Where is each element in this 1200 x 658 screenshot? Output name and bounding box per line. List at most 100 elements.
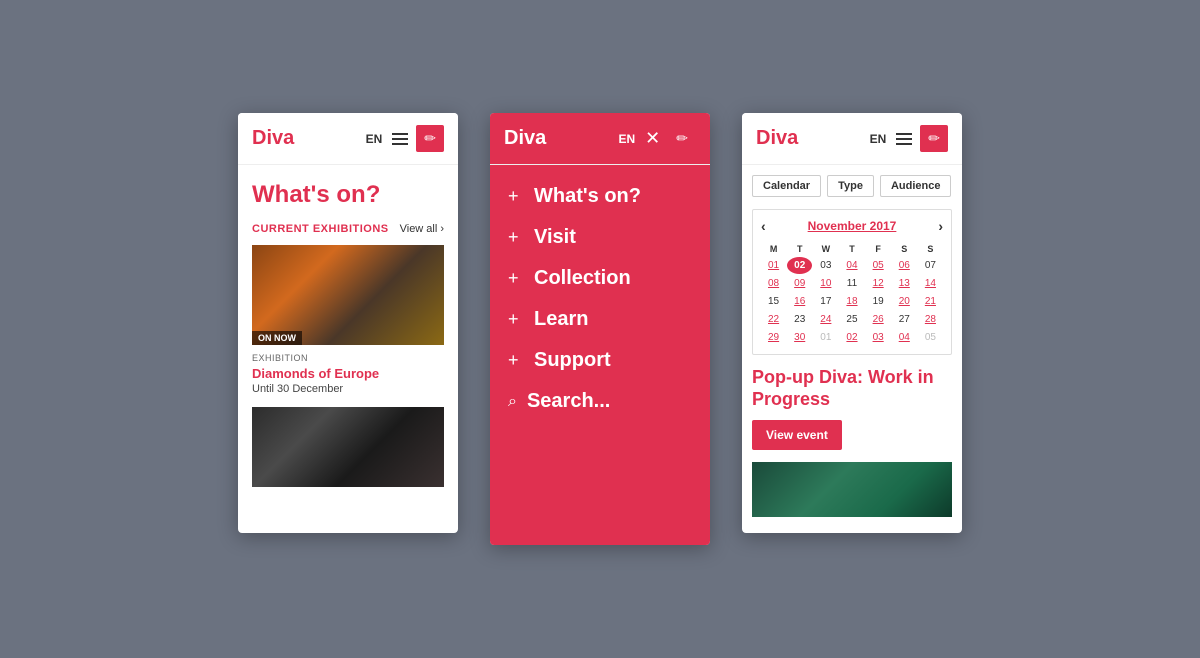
cal-day-29[interactable]: 29: [761, 329, 786, 346]
menu-item-visit[interactable]: + Visit: [508, 226, 692, 249]
cal-day-09[interactable]: 09: [787, 275, 812, 292]
menu-item-learn[interactable]: + Learn: [508, 308, 692, 331]
exhibit2-image: [252, 407, 444, 487]
view-all-link[interactable]: View all ›: [400, 223, 444, 235]
screen1-edit-button[interactable]: ✏: [416, 125, 444, 152]
cal-header-s1: S: [892, 242, 917, 256]
screen3-frame: Diva EN ✏ Calendar Type Audience ‹ Novem…: [742, 113, 962, 533]
view-event-button[interactable]: View event: [752, 420, 842, 450]
calendar-grid: M T W T F S S 01 02 03 04 05 06 07 08: [761, 242, 943, 346]
cal-day-05[interactable]: 05: [866, 257, 891, 274]
menu-label-collection: Collection: [534, 267, 631, 290]
bottom-image: [752, 462, 952, 517]
menu-item-collection[interactable]: + Collection: [508, 267, 692, 290]
cal-header-t1: T: [787, 242, 812, 256]
exhibit1-image-inner: [252, 245, 444, 345]
plus-icon-support: +: [508, 350, 524, 371]
cal-day-27: 27: [892, 311, 917, 328]
cal-day-01-next: 01: [813, 329, 838, 346]
menu-search[interactable]: ⌕ Search...: [508, 390, 692, 413]
filter-audience-button[interactable]: Audience: [880, 175, 952, 197]
screen3-edit-button[interactable]: ✏: [920, 125, 948, 152]
screen3-hamburger-icon[interactable]: [896, 133, 912, 145]
cal-day-03: 03: [813, 257, 838, 274]
screen2-header: Diva EN ✕ ✏: [490, 113, 710, 165]
cal-header-m: M: [761, 242, 786, 256]
on-now-badge: ON NOW: [252, 331, 302, 345]
cal-day-16[interactable]: 16: [787, 293, 812, 310]
screen2-logo: Diva: [504, 127, 619, 150]
exhibit1-image: ON NOW: [252, 245, 444, 345]
search-icon: ⌕: [508, 393, 517, 411]
hamburger-icon[interactable]: [392, 133, 408, 145]
cal-day-23: 23: [787, 311, 812, 328]
screen3-header: Diva EN ✏: [742, 113, 962, 165]
screen1-lang: EN: [366, 132, 383, 146]
cal-day-14[interactable]: 14: [918, 275, 943, 292]
screen3-content: Calendar Type Audience ‹ November 2017 ›…: [742, 165, 962, 527]
cal-header-f: F: [866, 242, 891, 256]
screen1-title: What's on?: [252, 181, 444, 209]
plus-icon-collection: +: [508, 268, 524, 289]
cal-day-11: 11: [839, 275, 864, 292]
cal-next-button[interactable]: ›: [938, 218, 943, 234]
cal-day-03-next[interactable]: 03: [866, 329, 891, 346]
menu-search-label[interactable]: Search...: [527, 390, 610, 413]
cal-day-28[interactable]: 28: [918, 311, 943, 328]
filter-calendar-button[interactable]: Calendar: [752, 175, 821, 197]
exhibit1-title[interactable]: Diamonds of Europe: [252, 366, 444, 381]
menu-label-whats-on: What's on?: [534, 185, 641, 208]
cal-prev-button[interactable]: ‹: [761, 218, 766, 234]
plus-icon-learn: +: [508, 309, 524, 330]
calendar-container: ‹ November 2017 › M T W T F S S 01 02 03: [752, 209, 952, 355]
cal-day-02[interactable]: 02: [787, 257, 812, 274]
cal-day-01[interactable]: 01: [761, 257, 786, 274]
section-header: Current Exhibitions View all ›: [252, 223, 444, 235]
screen1-content: What's on? Current Exhibitions View all …: [238, 165, 458, 503]
screen3-lang: EN: [870, 132, 887, 146]
screen2-edit-button[interactable]: ✏: [668, 125, 696, 152]
cal-day-06[interactable]: 06: [892, 257, 917, 274]
menu-label-learn: Learn: [534, 308, 588, 331]
menu-item-support[interactable]: + Support: [508, 349, 692, 372]
plus-icon-whats-on: +: [508, 186, 524, 207]
cal-day-25: 25: [839, 311, 864, 328]
exhibit2-image-inner: [252, 407, 444, 487]
cal-day-02-next[interactable]: 02: [839, 329, 864, 346]
cal-day-15: 15: [761, 293, 786, 310]
cal-day-07: 07: [918, 257, 943, 274]
screen2-menu-body: + What's on? + Visit + Collection + Lear…: [490, 165, 710, 545]
screen2-frame: Diva EN ✕ ✏ + What's on? + Visit + Colle…: [490, 113, 710, 545]
cal-day-04-next[interactable]: 04: [892, 329, 917, 346]
cal-day-08[interactable]: 08: [761, 275, 786, 292]
filter-type-button[interactable]: Type: [827, 175, 874, 197]
exhibit1-date: Until 30 December: [252, 383, 444, 395]
plus-icon-visit: +: [508, 227, 524, 248]
cal-day-10[interactable]: 10: [813, 275, 838, 292]
cal-day-20[interactable]: 20: [892, 293, 917, 310]
cal-day-24[interactable]: 24: [813, 311, 838, 328]
menu-label-support: Support: [534, 349, 611, 372]
screen1-frame: Diva EN ✏ What's on? Current Exhibitions…: [238, 113, 458, 533]
cal-day-26[interactable]: 26: [866, 311, 891, 328]
cal-day-13[interactable]: 13: [892, 275, 917, 292]
cal-day-17: 17: [813, 293, 838, 310]
cal-day-30[interactable]: 30: [787, 329, 812, 346]
cal-day-19: 19: [866, 293, 891, 310]
filter-buttons: Calendar Type Audience: [752, 175, 952, 197]
screenshots-container: Diva EN ✏ What's on? Current Exhibitions…: [198, 73, 1002, 585]
menu-item-whats-on[interactable]: + What's on?: [508, 185, 692, 208]
cal-day-21[interactable]: 21: [918, 293, 943, 310]
screen2-lang: EN: [619, 132, 636, 146]
event-heading: Pop-up Diva: Work in Progress: [752, 367, 952, 410]
cal-day-05-next: 05: [918, 329, 943, 346]
cal-day-12[interactable]: 12: [866, 275, 891, 292]
cal-day-22[interactable]: 22: [761, 311, 786, 328]
screen1-logo: Diva: [252, 127, 366, 150]
screen3-logo: Diva: [756, 127, 870, 150]
cal-header-t2: T: [839, 242, 864, 256]
cal-day-04[interactable]: 04: [839, 257, 864, 274]
close-icon[interactable]: ✕: [645, 128, 660, 149]
calendar-header: ‹ November 2017 ›: [761, 218, 943, 234]
cal-day-18[interactable]: 18: [839, 293, 864, 310]
